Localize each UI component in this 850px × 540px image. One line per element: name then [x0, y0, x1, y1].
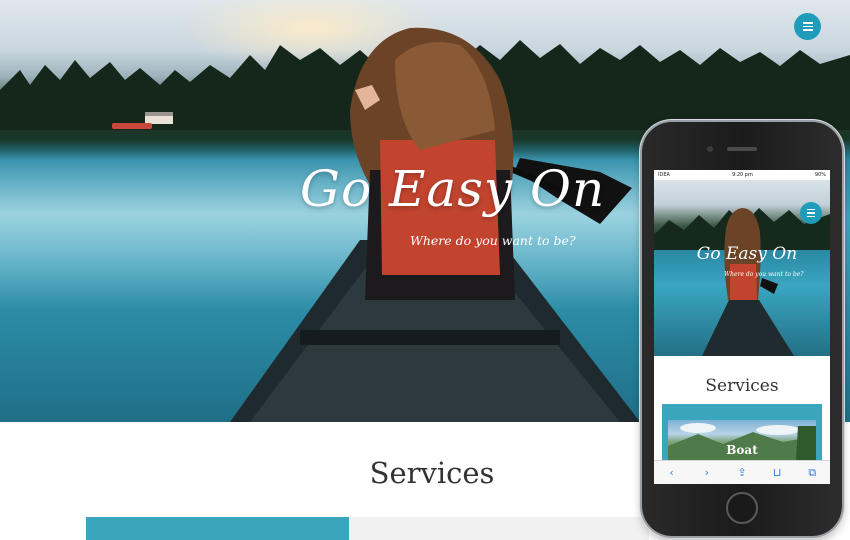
- safari-toolbar: ‹ › ⇪ ⊔ ⧉: [654, 460, 830, 484]
- phone-home-button[interactable]: [726, 492, 758, 524]
- tabs-icon[interactable]: ⧉: [802, 466, 822, 480]
- back-icon[interactable]: ‹: [662, 466, 682, 479]
- mobile-hero-title: Go Easy On: [696, 244, 798, 264]
- phone-status-bar: IDEA 9:20 pm 90%: [654, 170, 830, 180]
- mobile-hero: Go Easy On Where do you want to be?: [654, 180, 830, 356]
- forward-icon[interactable]: ›: [697, 466, 717, 479]
- mobile-menu-button[interactable]: [800, 202, 822, 224]
- service-card-teal[interactable]: [86, 517, 349, 540]
- share-icon[interactable]: ⇪: [732, 466, 752, 479]
- mobile-service-card[interactable]: Boat: [662, 404, 822, 460]
- mobile-services-heading: Services: [705, 376, 779, 396]
- bookmarks-icon[interactable]: ⊔: [767, 466, 787, 479]
- service-card-grey[interactable]: [349, 517, 649, 540]
- mobile-service-card-label: Boat: [726, 443, 758, 457]
- hamburger-menu-icon: [802, 22, 813, 31]
- status-time: 9:20 pm: [731, 172, 753, 178]
- hero-title: Go Easy On: [300, 160, 606, 218]
- status-battery: 90%: [814, 172, 826, 178]
- phone-mockup: IDEA 9:20 pm 90% Go Easy On Where do you…: [642, 122, 842, 536]
- phone-speaker: [727, 147, 757, 151]
- phone-screen: IDEA 9:20 pm 90% Go Easy On Where do you…: [654, 170, 830, 484]
- status-carrier: IDEA: [658, 172, 670, 178]
- mobile-hero-tagline: Where do you want to be?: [724, 271, 804, 278]
- hero-tagline: Where do you want to be?: [410, 233, 576, 248]
- mobile-hamburger-menu-icon: [807, 209, 815, 217]
- mobile-service-card-image: Boat: [668, 420, 816, 460]
- phone-camera: [707, 146, 713, 152]
- menu-button[interactable]: [794, 13, 821, 40]
